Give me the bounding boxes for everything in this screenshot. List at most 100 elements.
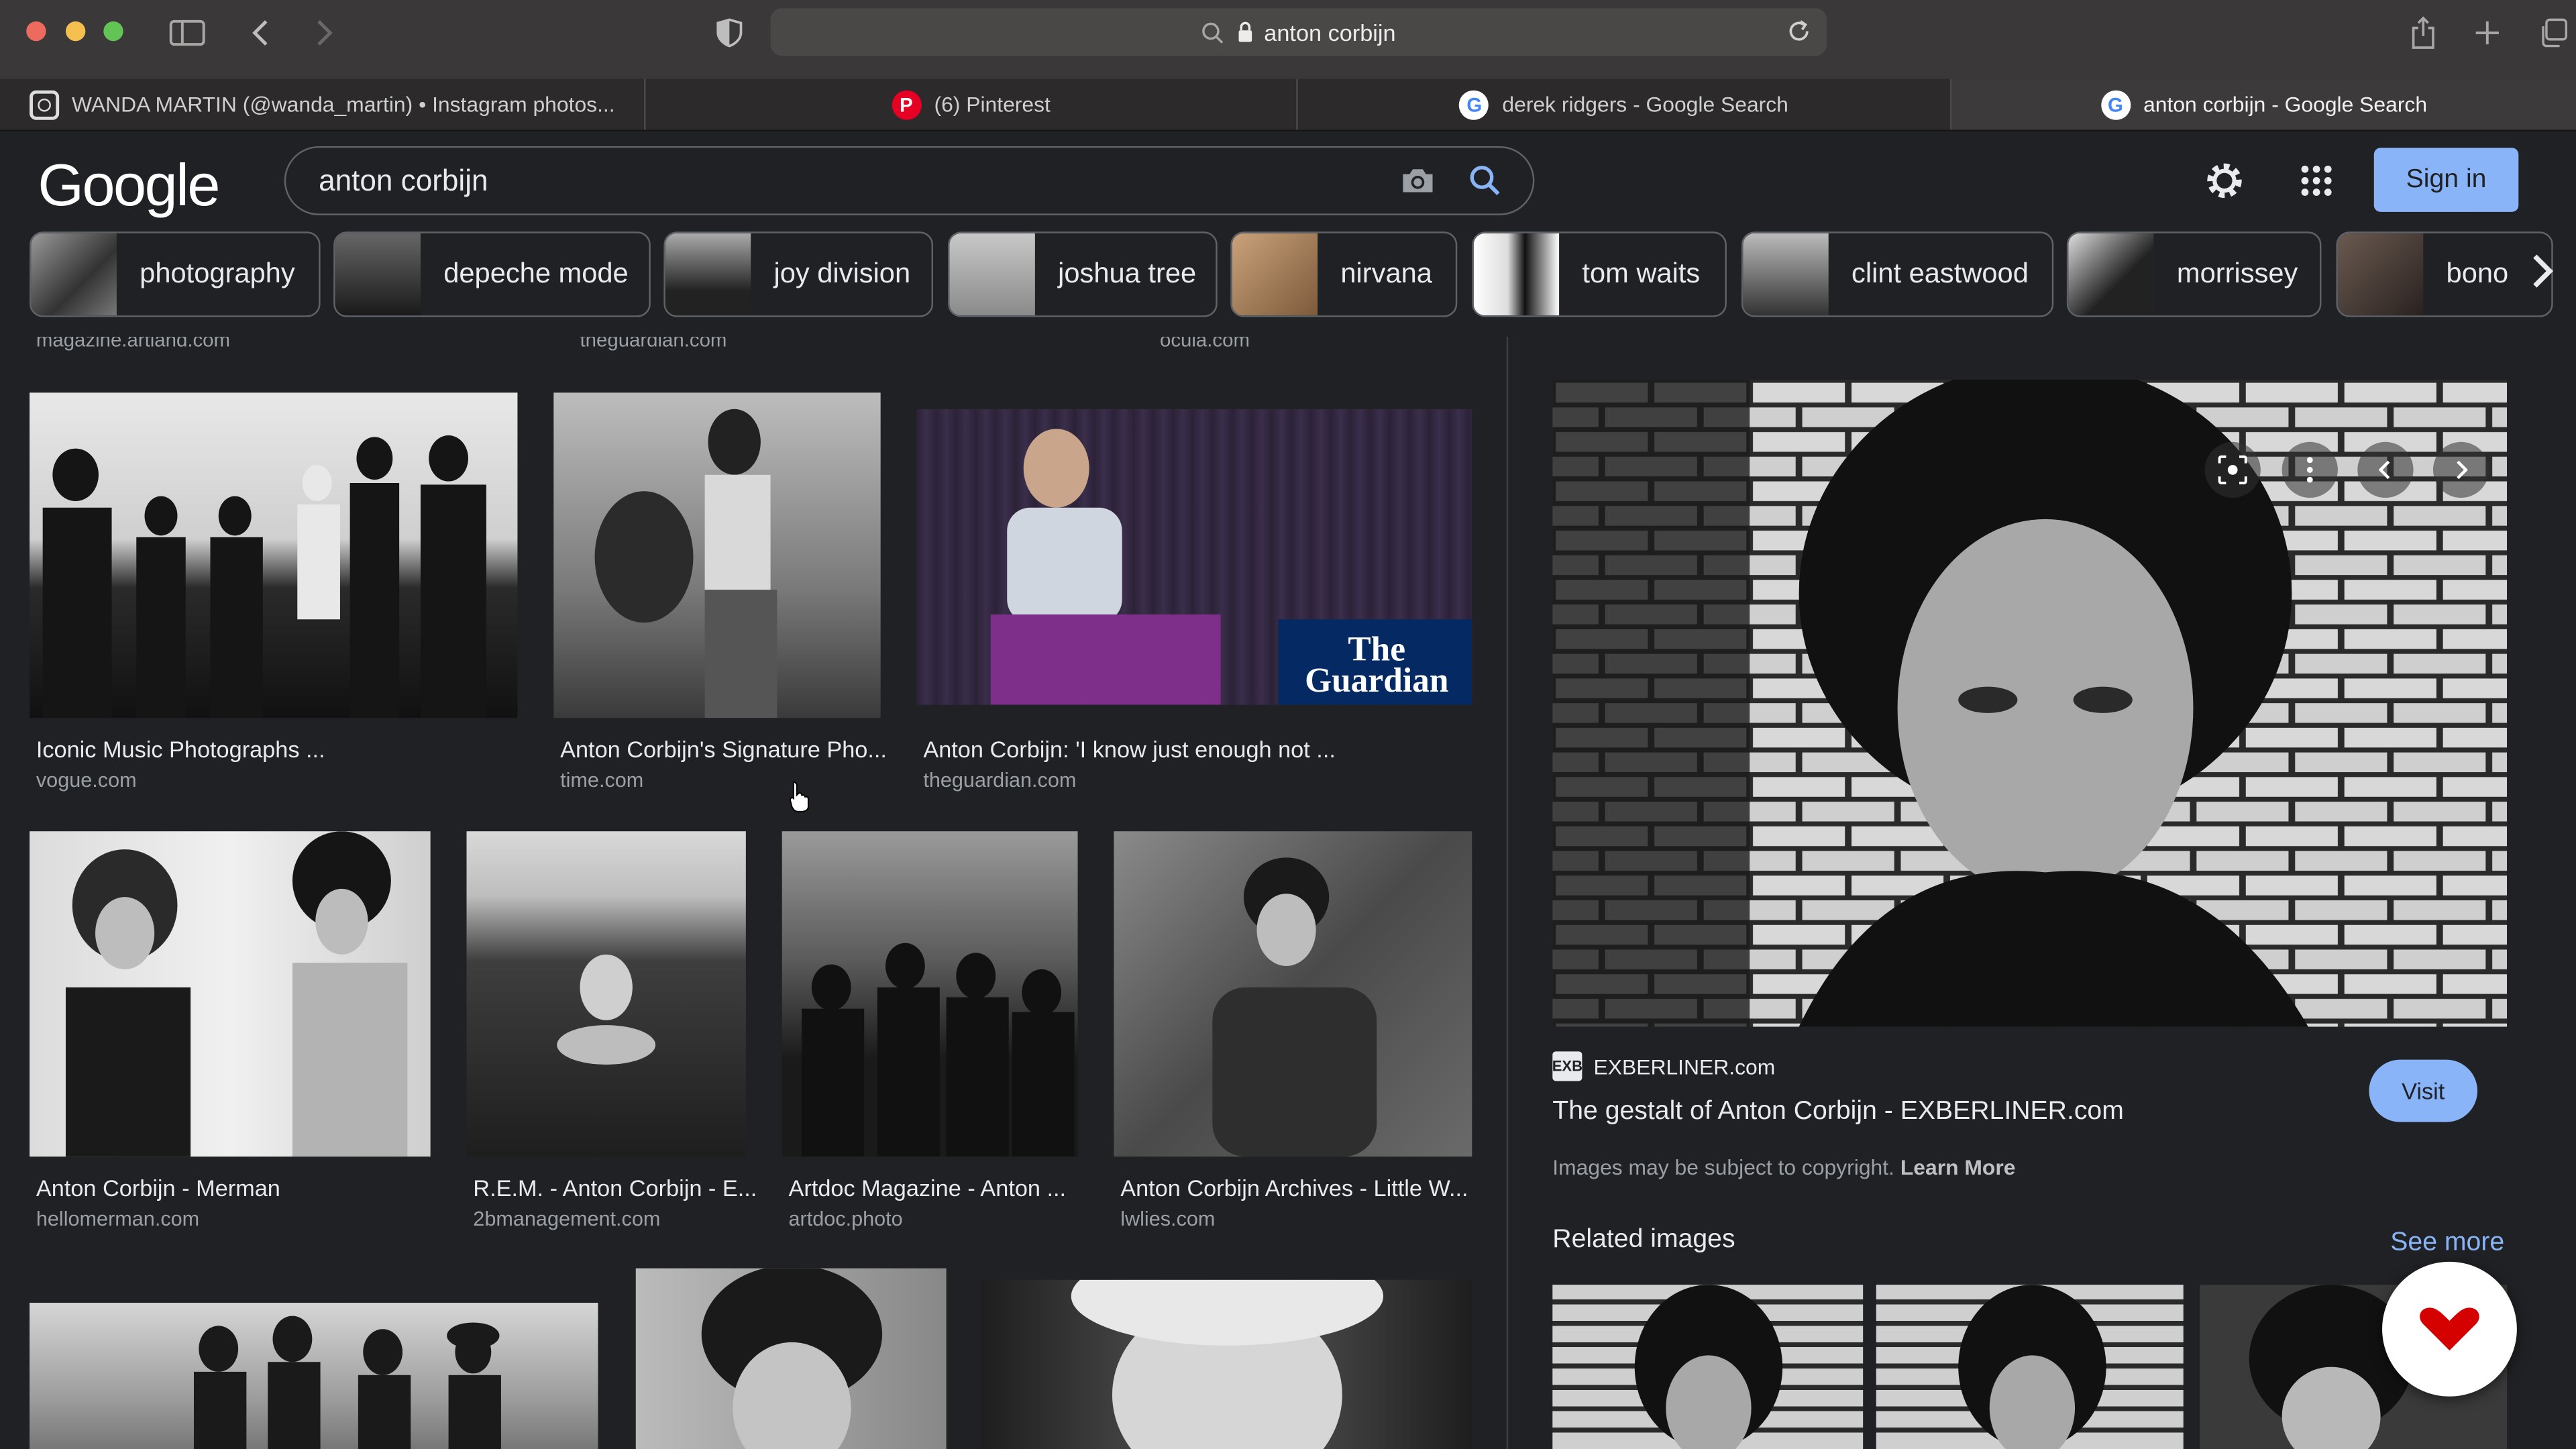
result-thumbnail[interactable] bbox=[981, 1279, 1472, 1449]
image-result-card[interactable]: R.E.M. - Anton Corbijn - E... 2bmanageme… bbox=[466, 831, 757, 1234]
floating-extension-button[interactable] bbox=[2382, 1261, 2517, 1397]
tab-pinterest[interactable]: P (6) Pinterest bbox=[645, 78, 1298, 130]
result-thumbnail[interactable] bbox=[1114, 831, 1472, 1157]
result-thumbnail[interactable] bbox=[466, 831, 746, 1157]
sidebar-icon[interactable] bbox=[166, 15, 209, 51]
tab-label: (6) Pinterest bbox=[934, 92, 1051, 117]
chip-clint-eastwood[interactable]: clint eastwood bbox=[1741, 231, 2054, 317]
result-source[interactable]: lwlies.com bbox=[1120, 1208, 1215, 1230]
preview-source[interactable]: EXB EXBERLINER.com bbox=[1552, 1051, 1775, 1081]
previous-image-icon[interactable] bbox=[2357, 441, 2414, 498]
image-result-card[interactable]: The Guardian Anton Corbijn: 'I know just… bbox=[916, 409, 1472, 792]
tab-derek-ridgers[interactable]: G derek ridgers - Google Search bbox=[1298, 78, 1952, 130]
zoom-window-button[interactable] bbox=[103, 21, 123, 42]
result-thumbnail[interactable]: The Guardian bbox=[916, 409, 1472, 705]
result-title[interactable]: Anton Corbijn: 'I know just enough not .… bbox=[923, 736, 1336, 762]
chips-next-chevron-icon[interactable] bbox=[2530, 250, 2556, 302]
image-result-card[interactable]: Anton Corbijn Archives - Little W... lwl… bbox=[1114, 831, 1472, 1234]
google-icon: G bbox=[2100, 89, 2131, 119]
result-title[interactable]: R.E.M. - Anton Corbijn - E... bbox=[473, 1175, 757, 1201]
image-results-grid: magazine.artland.com theguardian.com ocu… bbox=[0, 337, 1505, 1449]
forward-icon[interactable] bbox=[303, 15, 345, 51]
google-logo[interactable]: Google bbox=[38, 151, 220, 220]
camera-icon[interactable] bbox=[1400, 164, 1436, 197]
guardian-watermark: The Guardian bbox=[1305, 629, 1449, 700]
search-box[interactable] bbox=[284, 146, 1535, 215]
result-source[interactable]: ocula.com bbox=[1160, 337, 1250, 352]
address-bar[interactable]: anton corbijn bbox=[770, 8, 1827, 56]
preview-title[interactable]: The gestalt of Anton Corbijn - EXBERLINE… bbox=[1552, 1097, 2124, 1127]
result-source[interactable]: theguardian.com bbox=[580, 337, 727, 352]
search-icon[interactable] bbox=[1467, 164, 1503, 197]
tab-instagram[interactable]: WANDA MARTIN (@wanda_martin) • Instagram… bbox=[0, 78, 646, 130]
settings-gear-icon[interactable] bbox=[2203, 160, 2246, 203]
tab-label: WANDA MARTIN (@wanda_martin) • Instagram… bbox=[72, 92, 615, 117]
chip-bono[interactable]: bono bbox=[2336, 231, 2553, 317]
image-result-card[interactable] bbox=[981, 1279, 1472, 1449]
chip-label: morrissey bbox=[2176, 258, 2298, 290]
image-result-card[interactable]: Iconic Music Photographs ... vogue.com bbox=[30, 392, 518, 792]
result-title[interactable]: Anton Corbijn - Merman bbox=[36, 1175, 280, 1201]
close-window-button[interactable] bbox=[26, 21, 46, 42]
see-more-link[interactable]: See more bbox=[2390, 1229, 2504, 1258]
result-source[interactable]: magazine.artland.com bbox=[36, 337, 230, 352]
result-thumbnail[interactable] bbox=[635, 1268, 947, 1449]
chip-label: photography bbox=[140, 258, 295, 290]
source-logo-icon: EXB bbox=[1552, 1051, 1582, 1081]
chip-joy-division[interactable]: joy division bbox=[663, 231, 934, 317]
apps-grid-icon[interactable] bbox=[2295, 160, 2338, 203]
result-source[interactable]: theguardian.com bbox=[923, 769, 1076, 792]
result-source[interactable]: vogue.com bbox=[36, 769, 137, 792]
chip-label: joshua tree bbox=[1058, 258, 1197, 290]
result-source[interactable]: 2bmanagement.com bbox=[473, 1208, 660, 1230]
image-result-card[interactable] bbox=[635, 1268, 947, 1449]
privacy-shield-icon[interactable] bbox=[708, 15, 751, 51]
result-source[interactable]: artdoc.photo bbox=[789, 1208, 903, 1230]
share-icon[interactable] bbox=[2402, 15, 2445, 51]
learn-more-link[interactable]: Learn More bbox=[1900, 1155, 2016, 1180]
result-title[interactable]: Artdoc Magazine - Anton ... bbox=[789, 1175, 1067, 1201]
result-thumbnail[interactable] bbox=[30, 1303, 598, 1449]
more-options-icon[interactable] bbox=[2282, 441, 2338, 498]
tab-anton-corbijn[interactable]: G anton corbijn - Google Search bbox=[1951, 78, 2576, 130]
chip-photography[interactable]: photography bbox=[30, 231, 321, 317]
reload-icon[interactable] bbox=[1784, 16, 1814, 46]
new-tab-icon[interactable] bbox=[2466, 15, 2509, 51]
pinterest-icon: P bbox=[891, 89, 921, 119]
result-title[interactable]: Anton Corbijn Archives - Little W... bbox=[1120, 1175, 1468, 1201]
result-thumbnail[interactable] bbox=[553, 392, 881, 718]
chip-label: clint eastwood bbox=[1851, 258, 2029, 290]
next-image-icon[interactable] bbox=[2432, 441, 2489, 498]
chip-tom-waits[interactable]: tom waits bbox=[1472, 231, 1727, 317]
chip-label: bono bbox=[2446, 258, 2509, 290]
image-result-card[interactable]: Anton Corbijn's Signature Pho... time.co… bbox=[553, 392, 887, 792]
result-source[interactable]: time.com bbox=[560, 769, 643, 792]
result-title[interactable]: Anton Corbijn's Signature Pho... bbox=[560, 736, 887, 762]
visual-search-icon[interactable] bbox=[2204, 441, 2261, 498]
minimize-window-button[interactable] bbox=[65, 21, 86, 42]
result-thumbnail[interactable] bbox=[30, 831, 431, 1157]
source-name: EXBERLINER.com bbox=[1593, 1054, 1776, 1079]
search-input[interactable] bbox=[319, 162, 1305, 199]
result-thumbnail[interactable] bbox=[30, 392, 518, 718]
result-thumbnail[interactable] bbox=[782, 831, 1078, 1157]
chip-nirvana[interactable]: nirvana bbox=[1230, 231, 1458, 317]
related-image[interactable] bbox=[1552, 1285, 1864, 1449]
back-icon[interactable] bbox=[240, 15, 283, 51]
chip-joshua-tree[interactable]: joshua tree bbox=[948, 231, 1218, 317]
image-result-card[interactable]: Anton Corbijn - Merman hellomerman.com bbox=[30, 831, 431, 1234]
image-result-card[interactable]: Artdoc Magazine - Anton ... artdoc.photo bbox=[782, 831, 1078, 1234]
chip-depeche-mode[interactable]: depeche mode bbox=[333, 231, 651, 317]
lock-icon bbox=[1239, 21, 1253, 42]
result-title[interactable]: Iconic Music Photographs ... bbox=[36, 736, 325, 762]
chip-morrissey[interactable]: morrissey bbox=[2066, 231, 2322, 317]
sign-in-button[interactable]: Sign in bbox=[2373, 148, 2519, 212]
related-image[interactable] bbox=[1876, 1285, 2184, 1449]
result-source[interactable]: hellomerman.com bbox=[36, 1208, 199, 1230]
visit-button[interactable]: Visit bbox=[2369, 1059, 2478, 1122]
image-result-card[interactable] bbox=[30, 1303, 598, 1449]
tab-label: derek ridgers - Google Search bbox=[1502, 92, 1788, 117]
tab-overview-icon[interactable] bbox=[2532, 15, 2575, 51]
instagram-icon bbox=[29, 89, 59, 119]
preview-image[interactable] bbox=[1552, 379, 2508, 1027]
